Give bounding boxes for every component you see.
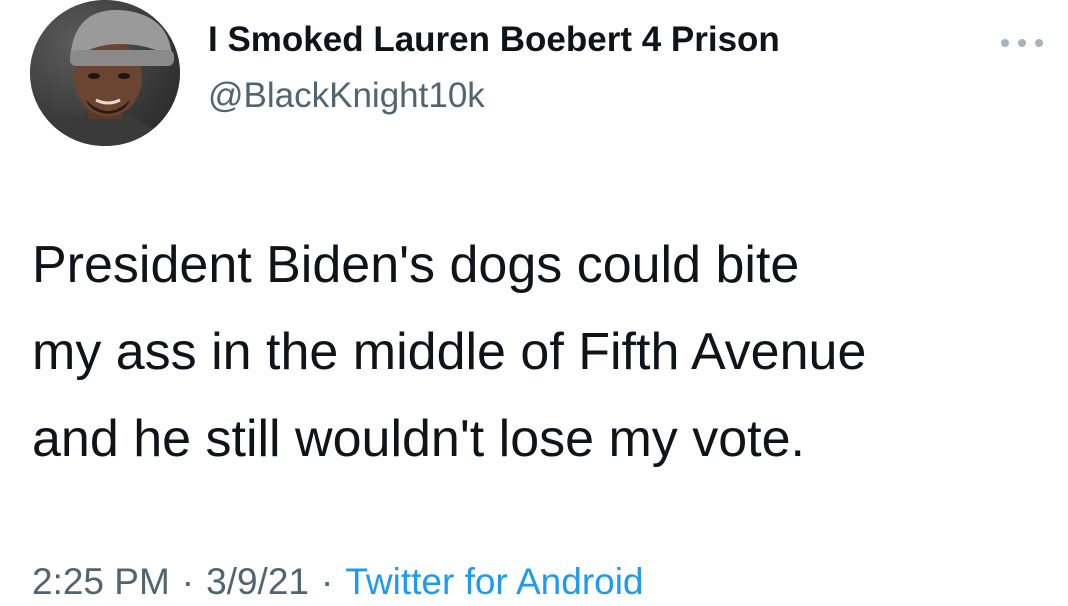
tweet-source-link[interactable]: Twitter for Android xyxy=(345,561,643,602)
user-handle[interactable]: @BlackKnight10k xyxy=(208,74,780,118)
tweet-card: I Smoked Lauren Boebert 4 Prison @BlackK… xyxy=(0,0,1068,602)
tweet-time[interactable]: 2:25 PM xyxy=(32,561,170,602)
tweet-date[interactable]: 3/9/21 xyxy=(206,561,309,602)
separator-dot: · xyxy=(321,561,334,602)
user-avatar[interactable] xyxy=(30,0,180,146)
avatar-photo-icon xyxy=(30,0,180,146)
more-options-button[interactable] xyxy=(990,28,1054,58)
more-horizontal-icon xyxy=(1001,39,1043,47)
tweet-metadata: 2:25 PM · 3/9/21 · Twitter for Android xyxy=(32,558,644,606)
separator-dot: · xyxy=(181,561,195,602)
tweet-text: President Biden's dogs could bite my ass… xyxy=(32,236,867,468)
user-names: I Smoked Lauren Boebert 4 Prison @BlackK… xyxy=(208,18,780,118)
display-name[interactable]: I Smoked Lauren Boebert 4 Prison xyxy=(208,18,780,62)
